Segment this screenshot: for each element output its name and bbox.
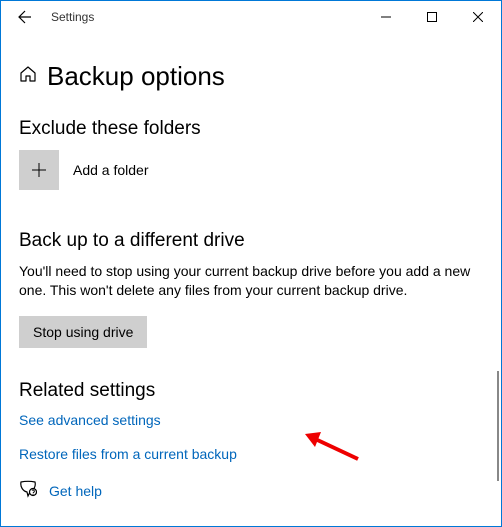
minimize-icon xyxy=(381,12,391,22)
add-folder-label: Add a folder xyxy=(73,162,149,178)
plus-icon xyxy=(29,160,49,180)
window-controls xyxy=(363,1,501,33)
get-help-link[interactable]: Get help xyxy=(49,483,102,499)
arrow-left-icon xyxy=(17,9,33,25)
add-folder-row[interactable]: Add a folder xyxy=(19,150,483,190)
titlebar: Settings xyxy=(1,1,501,33)
page-header: Backup options xyxy=(19,61,483,92)
maximize-button[interactable] xyxy=(409,1,455,33)
restore-files-link[interactable]: Restore files from a current backup xyxy=(19,446,483,462)
see-advanced-settings-link[interactable]: See advanced settings xyxy=(19,412,483,428)
content-area: Backup options Exclude these folders Add… xyxy=(1,33,501,503)
get-help-row[interactable]: Get help xyxy=(19,480,483,503)
app-title: Settings xyxy=(51,10,94,24)
exclude-heading: Exclude these folders xyxy=(19,118,483,140)
different-drive-heading: Back up to a different drive xyxy=(19,230,483,252)
close-button[interactable] xyxy=(455,1,501,33)
scrollbar[interactable] xyxy=(497,371,499,481)
back-button[interactable] xyxy=(9,1,41,33)
close-icon xyxy=(473,12,483,22)
help-icon xyxy=(19,480,37,503)
home-icon[interactable] xyxy=(19,65,37,88)
different-drive-description: You'll need to stop using your current b… xyxy=(19,262,483,300)
page-title: Backup options xyxy=(47,61,225,92)
minimize-button[interactable] xyxy=(363,1,409,33)
maximize-icon xyxy=(427,12,437,22)
related-settings-heading: Related settings xyxy=(19,380,483,402)
add-folder-tile[interactable] xyxy=(19,150,59,190)
stop-using-drive-button[interactable]: Stop using drive xyxy=(19,316,147,348)
